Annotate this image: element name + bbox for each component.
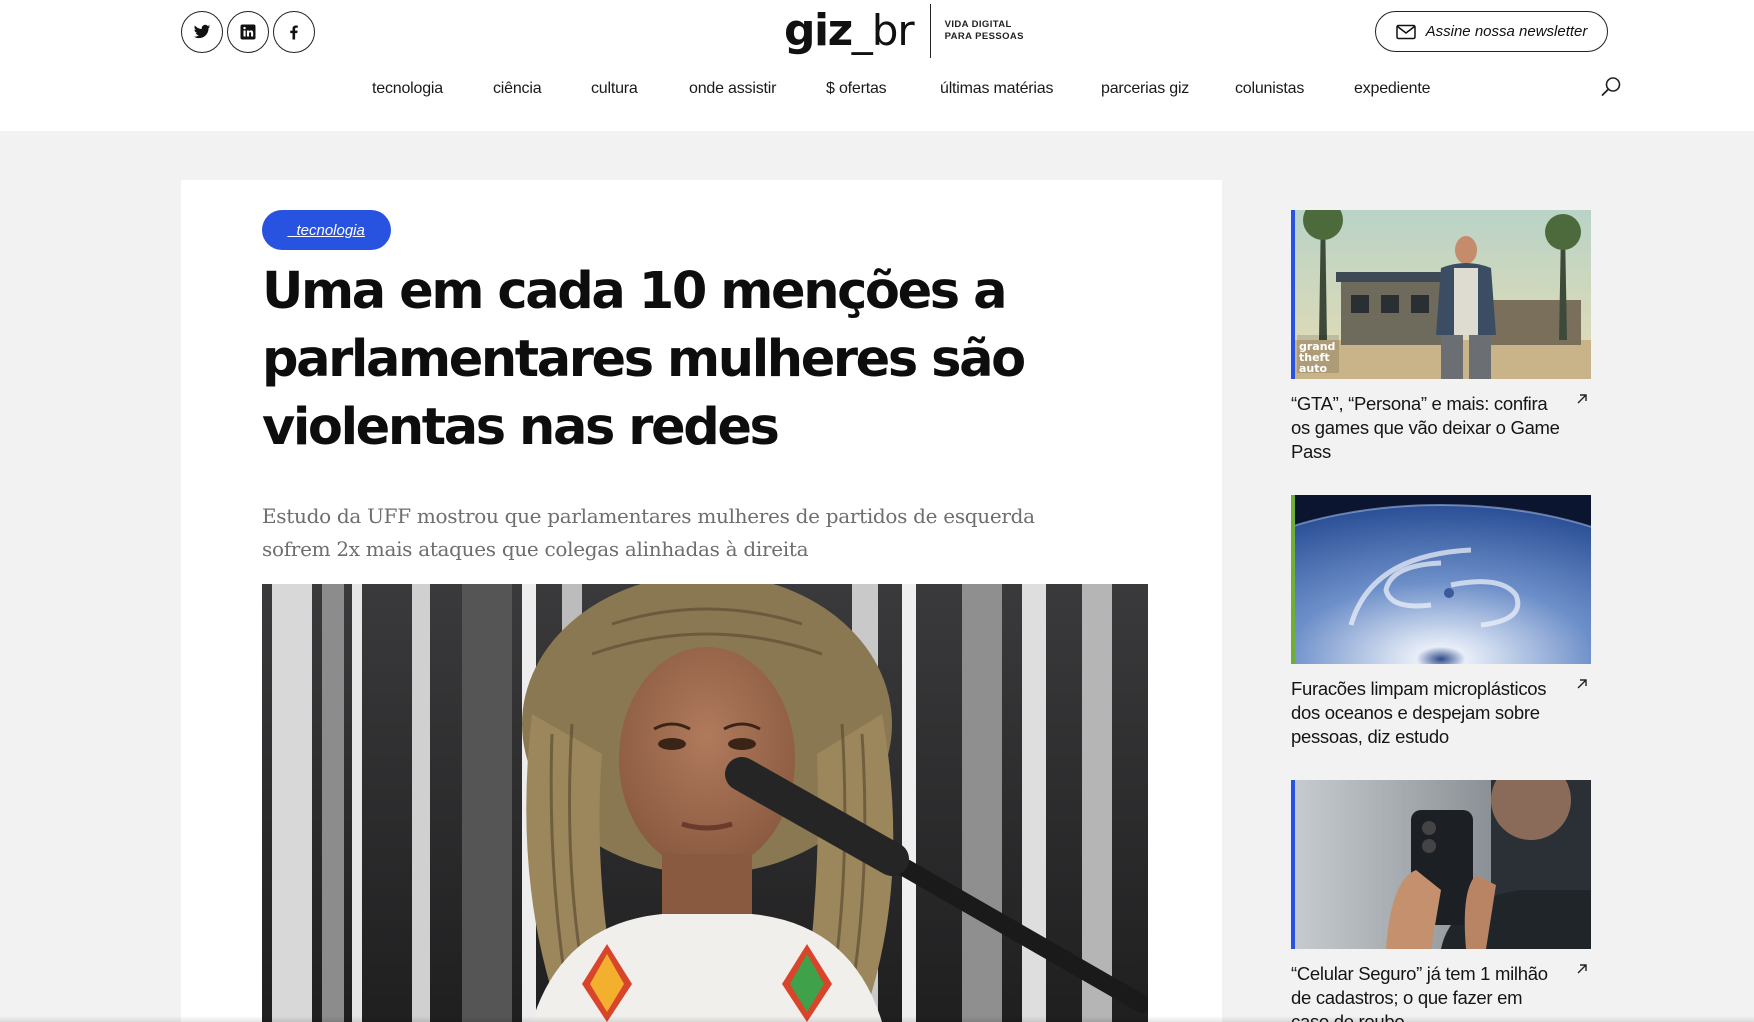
nav-item-parcerias-giz[interactable]: parcerias giz (1101, 80, 1189, 98)
hurricane-thumbnail (1291, 495, 1591, 664)
sidebar-accent-bar (1291, 780, 1295, 949)
search-button[interactable] (1600, 76, 1622, 98)
site-logo[interactable]: giz _br VIDA DIGITAL PARA PESSOAS (784, 4, 1024, 58)
sidebar-thumb-3[interactable] (1291, 780, 1591, 949)
nav-item-cultura[interactable]: cultura (591, 80, 638, 98)
search-icon (1601, 77, 1621, 96)
nav-item-ultimas-materias[interactable]: últimas matérias (940, 80, 1053, 98)
logo-tagline-line2: PARA PESSOAS (944, 31, 1024, 42)
sidebar-article-3[interactable]: “Celular Seguro” já tem 1 milhão de cada… (1291, 780, 1591, 1022)
article-subtitle: Estudo da UFF mostrou que parlamentares … (262, 504, 1035, 561)
social-links (181, 11, 315, 53)
external-arrow-icon (1577, 964, 1587, 974)
logo-tagline: VIDA DIGITAL PARA PESSOAS (945, 19, 1024, 43)
sidebar-accent-bar (1291, 210, 1295, 379)
newsletter-button[interactable]: Assine nossa newsletter (1375, 11, 1608, 52)
logo-main-text: giz (784, 5, 853, 56)
sidebar-article-1[interactable]: grand theft auto “GTA”, “Persona” e mais… (1291, 210, 1591, 464)
nav-item-onde-assistir[interactable]: onde assistir (689, 80, 776, 98)
facebook-icon (290, 25, 298, 40)
sidebar-title-1[interactable]: “GTA”, “Persona” e mais: confira os game… (1291, 392, 1561, 464)
sidebar-accent-bar (1291, 495, 1295, 664)
nav-item-ofertas[interactable]: $ ofertas (826, 80, 887, 98)
svg-text:auto: auto (1299, 362, 1328, 375)
nav-item-expediente[interactable]: expediente (1354, 80, 1430, 98)
logo-divider (929, 4, 931, 58)
category-tag[interactable]: _tecnologia (262, 210, 391, 250)
nav-item-tecnologia[interactable]: tecnologia (372, 80, 443, 98)
site-header: giz _br VIDA DIGITAL PARA PESSOAS Assine… (0, 0, 1754, 131)
sidebar-title-3[interactable]: “Celular Seguro” já tem 1 milhão de cada… (1291, 962, 1561, 1022)
hero-photo (262, 584, 1148, 1022)
mail-icon (1395, 24, 1416, 39)
phone-thumbnail (1291, 780, 1591, 949)
article-title: Uma em cada 10 menções a parlamentares m… (262, 262, 1026, 457)
article-hero-image (262, 584, 1148, 1022)
sidebar-thumb-2[interactable] (1291, 495, 1591, 664)
external-arrow-icon (1577, 679, 1587, 689)
bottom-shadow (0, 1016, 1754, 1022)
nav-item-colunistas[interactable]: colunistas (1235, 80, 1304, 98)
sidebar-title-2[interactable]: Furacões limpam microplásticos dos ocean… (1291, 677, 1561, 749)
newsletter-label: Assine nossa newsletter (1425, 23, 1588, 40)
twitter-button[interactable] (181, 11, 223, 53)
nav-item-ciencia[interactable]: ciência (493, 80, 542, 98)
gta-thumbnail: grand theft auto (1291, 210, 1591, 379)
facebook-button[interactable] (273, 11, 315, 53)
sidebar-thumb-1[interactable]: grand theft auto (1291, 210, 1591, 379)
logo-tagline-line1: VIDA DIGITAL (944, 19, 1012, 30)
twitter-icon (193, 24, 211, 39)
external-arrow-icon (1577, 394, 1587, 404)
linkedin-icon (240, 24, 256, 40)
linkedin-button[interactable] (227, 11, 269, 53)
sidebar-article-2[interactable]: Furacões limpam microplásticos dos ocean… (1291, 495, 1591, 749)
main-nav: tecnologia ciência cultura onde assistir… (0, 80, 1754, 102)
logo-sub-text: _br (851, 6, 915, 55)
